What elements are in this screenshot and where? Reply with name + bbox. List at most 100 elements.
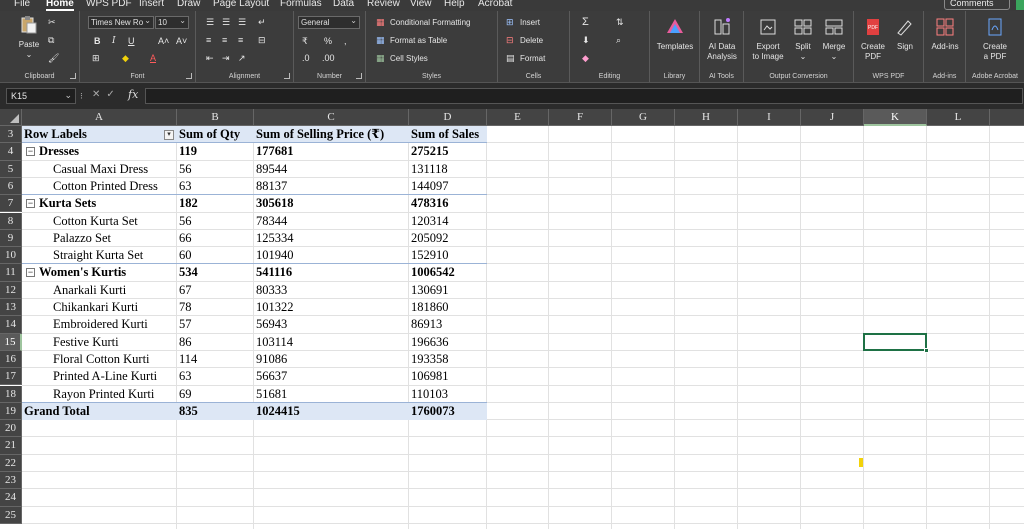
cancel-enter-icons[interactable]: ✕✓ [92,89,121,100]
cell-c19[interactable]: 1024415 [254,403,409,420]
collapse-icon[interactable]: − [26,268,35,278]
row-header-23[interactable]: 23 [0,472,22,490]
row-header-6[interactable]: 6 [0,177,22,196]
tab-review[interactable]: Review [367,0,400,11]
fill-handle[interactable] [924,347,929,353]
borders-icon[interactable]: ⊞ [92,53,100,63]
select-all-icon[interactable] [0,109,22,126]
formula-input[interactable] [145,88,1023,104]
cell-c4[interactable]: 177681 [254,143,409,160]
bold-icon[interactable]: B [94,36,101,46]
increase-indent-icon[interactable]: ⇥ [222,53,230,63]
decrease-indent-icon[interactable]: ⇤ [206,53,214,63]
cell-d14[interactable]: 86913 [409,316,487,333]
column-header-e[interactable]: E [487,109,549,126]
row-header-12[interactable]: 12 [0,281,22,299]
merge-center-icon[interactable]: ⊟ [258,35,266,45]
cell-d8[interactable]: 120314 [409,213,487,230]
cell-c15[interactable]: 103114 [254,334,409,351]
cell-a6[interactable]: Cotton Printed Dress [51,178,177,195]
row-header-9[interactable]: 9 [0,229,22,248]
format-as-table-button[interactable]: Format as Table [390,36,447,45]
cell-c6[interactable]: 88137 [254,178,409,195]
row-header-3[interactable]: 3 [0,126,22,144]
cell-c17[interactable]: 56637 [254,368,409,385]
tab-view[interactable]: View [410,0,432,11]
cell-a4[interactable]: Dresses [37,143,177,160]
cell-d11[interactable]: 1006542 [409,264,487,281]
cell-a8[interactable]: Cotton Kurta Set [51,213,177,230]
font-launcher-icon[interactable] [186,73,192,79]
selected-cell[interactable] [863,332,927,351]
clear-icon[interactable]: ◆ [582,53,589,63]
cell-b9[interactable]: 66 [177,230,254,247]
increase-decimal-icon[interactable]: .0 [302,53,310,63]
cell-d17[interactable]: 106981 [409,368,487,385]
create-pdf-button[interactable]: PDF Create PDF [858,17,888,62]
cell-d9[interactable]: 205092 [409,230,487,247]
cell-b18[interactable]: 69 [177,386,254,403]
column-header-m[interactable]: M [990,109,1024,126]
copy-icon[interactable]: ⧉ [48,35,54,45]
tab-page-layout[interactable]: Page Layout [213,0,269,11]
orientation-icon[interactable]: ↗ [238,53,246,63]
font-color-icon[interactable]: A [150,53,156,63]
align-top-icon[interactable]: ☰ [206,17,214,27]
row-header-7[interactable]: 7 [0,195,22,213]
cell-c8[interactable]: 78344 [254,213,409,230]
cell-b14[interactable]: 57 [177,316,254,333]
autosum-icon[interactable]: Σ [582,17,589,28]
split-button[interactable]: Split ⌄ [790,17,816,62]
increase-font-icon[interactable]: A˄ [158,36,169,46]
cell-a10[interactable]: Straight Kurta Set [51,247,177,264]
cell-c14[interactable]: 56943 [254,316,409,333]
row-header-5[interactable]: 5 [0,160,22,178]
fill-color-icon[interactable]: ◆ [122,53,129,63]
cell-d3[interactable]: Sum of Sales [409,126,487,143]
cell-c16[interactable]: 91086 [254,351,409,368]
row-header-16[interactable]: 16 [0,350,22,369]
cell-a5[interactable]: Casual Maxi Dress [51,161,177,178]
alignment-launcher-icon[interactable] [284,73,290,79]
row-header-25[interactable]: 25 [0,506,22,524]
font-size-select[interactable]: 10 [155,16,189,29]
cell-c18[interactable]: 51681 [254,386,409,403]
column-header-k[interactable]: K [864,109,927,126]
cell-a12[interactable]: Anarkali Kurti [51,282,177,299]
cell-a16[interactable]: Floral Cotton Kurti [51,351,177,368]
cell-a14[interactable]: Embroidered Kurti [51,316,177,333]
cell-c10[interactable]: 101940 [254,247,409,264]
row-header-15[interactable]: 15 [0,333,22,351]
cell-styles-button[interactable]: Cell Styles [390,54,428,63]
row-header-10[interactable]: 10 [0,247,22,265]
accounting-format-icon[interactable]: ₹ [302,36,308,46]
cell-b10[interactable]: 60 [177,247,254,264]
comma-style-icon[interactable]: , [344,36,347,46]
cell-b3[interactable]: Sum of Qty [177,126,254,143]
cell-b6[interactable]: 63 [177,178,254,195]
cell-a7[interactable]: Kurta Sets [37,195,177,212]
cell-b4[interactable]: 119 [177,143,254,160]
insert-cells-button[interactable]: Insert [520,18,540,27]
column-header-j[interactable]: J [801,109,864,126]
column-header-b[interactable]: B [177,109,254,126]
column-header-c[interactable]: C [254,109,409,126]
format-painter-icon[interactable]: 🖌 [48,53,59,63]
cell-b16[interactable]: 114 [177,351,254,368]
cell-d5[interactable]: 131118 [409,161,487,178]
export-to-image-button[interactable]: Export to Image [748,17,788,62]
sort-filter-icon[interactable]: ⇅ [616,17,624,27]
collapse-icon[interactable]: − [26,199,35,209]
fill-icon[interactable]: ⬇ [582,35,590,45]
cell-b19[interactable]: 835 [177,403,254,420]
cell-a13[interactable]: Chikankari Kurti [51,299,177,316]
align-bottom-icon[interactable]: ☰ [238,17,246,27]
cell-d13[interactable]: 181860 [409,299,487,316]
cell-c7[interactable]: 305618 [254,195,409,212]
cell-c13[interactable]: 101322 [254,299,409,316]
cell-b11[interactable]: 534 [177,264,254,281]
column-header-l[interactable]: L [927,109,990,126]
italic-icon[interactable]: I [112,36,116,46]
ai-data-analysis-button[interactable]: AI Data Analysis [701,17,743,62]
align-left-icon[interactable]: ≡ [206,35,211,45]
